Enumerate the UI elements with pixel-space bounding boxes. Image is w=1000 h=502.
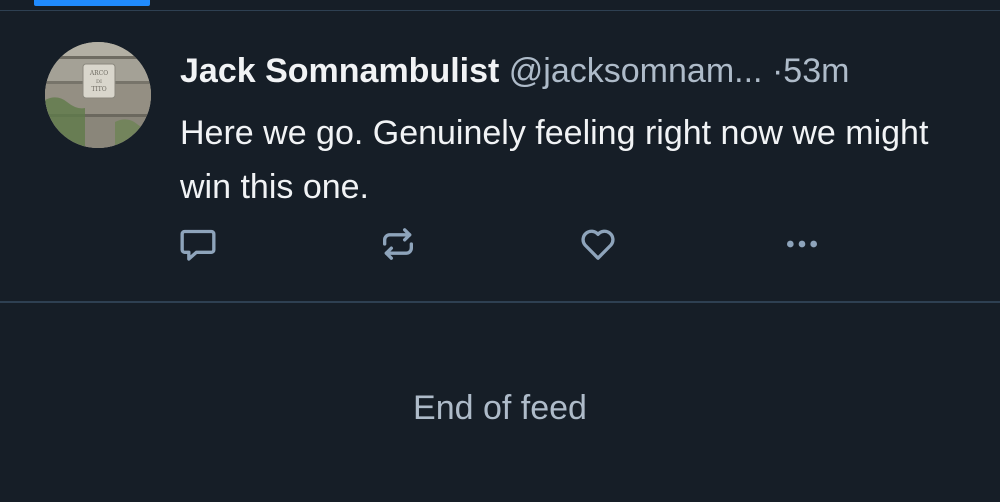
avatar[interactable]: ARCO DI TITO [45,42,151,148]
heart-icon [581,229,615,260]
reply-button[interactable] [176,222,220,266]
active-tab-indicator [34,0,150,6]
repost-arrows-icon [383,228,413,260]
post-header: Jack Somnambulist @jacksomnam... ·53m [180,51,970,91]
separator-dot: · [771,52,784,90]
post-text: Here we go. Genuinely feeling right now … [180,114,929,206]
post-actions [0,222,1000,266]
more-options-button[interactable] [780,222,824,266]
svg-text:TITO: TITO [91,86,106,93]
svg-text:ARCO: ARCO [89,70,108,77]
post-divider [0,301,1000,303]
like-button[interactable] [576,222,620,266]
speech-bubble-icon [180,229,216,261]
avatar-image: ARCO DI TITO [45,42,151,148]
post-timestamp[interactable]: 53m [783,52,849,90]
svg-text:DI: DI [96,79,102,85]
user-handle[interactable]: @jacksomnam... [509,52,763,90]
repost-button[interactable] [376,222,420,266]
end-of-feed-label: End of feed [413,389,587,427]
feed-post[interactable]: ARCO DI TITO Jack Somnambulist @jacksomn… [0,11,1000,301]
ellipsis-icon [787,240,817,248]
display-name[interactable]: Jack Somnambulist [180,52,499,90]
